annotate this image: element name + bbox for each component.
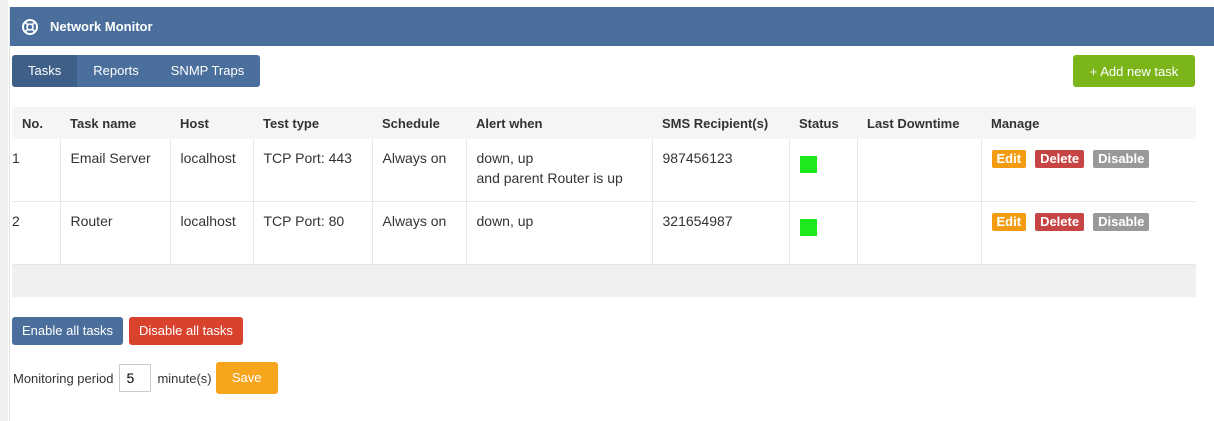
- cell-manage: Edit Delete Disable: [981, 201, 1196, 265]
- cell-no: 1: [12, 139, 61, 202]
- cell-manage: Edit Delete Disable: [981, 139, 1196, 202]
- cell-schedule: Always on: [372, 201, 467, 265]
- delete-button[interactable]: Delete: [1035, 150, 1085, 168]
- cell-test-type: TCP Port: 443: [253, 139, 373, 202]
- cell-no: 2: [12, 201, 61, 265]
- cell-sms: 321654987: [652, 201, 790, 265]
- empty-footer-cell: [12, 264, 1196, 297]
- column-header: Schedule: [372, 107, 466, 139]
- delete-button[interactable]: Delete: [1035, 213, 1085, 231]
- cell-sms: 987456123: [652, 139, 790, 202]
- disable-button[interactable]: Disable: [1093, 150, 1150, 168]
- cell-alert-when: down, up and parent Router is up: [466, 139, 653, 202]
- cell-task-name: Router: [60, 201, 171, 265]
- left-gutter: [0, 0, 8, 421]
- table-row: 2 Router localhost TCP Port: 80 Always o…: [12, 201, 1196, 265]
- cell-last-downtime: [857, 201, 982, 265]
- monitoring-period-form: Monitoring period minute(s) Save: [13, 362, 278, 394]
- cell-last-downtime: [857, 139, 982, 202]
- enable-all-tasks-button[interactable]: Enable all tasks: [12, 317, 124, 345]
- panel-header: Network Monitor: [10, 7, 1214, 46]
- status-indicator: [799, 219, 817, 236]
- cell-test-type: TCP Port: 80: [253, 201, 373, 265]
- disable-button[interactable]: Disable: [1093, 213, 1150, 231]
- cell-host: localhost: [170, 139, 254, 202]
- tab-bar: Tasks Reports SNMP Traps: [12, 55, 261, 87]
- alert-line: and parent Router is up: [476, 170, 623, 186]
- period-unit-label: minute(s): [157, 370, 212, 386]
- alert-line: down, up: [476, 213, 534, 229]
- column-header: Task name: [60, 107, 170, 139]
- column-header: Manage: [981, 107, 1196, 139]
- cell-schedule: Always on: [372, 139, 467, 202]
- cell-status: [789, 139, 858, 202]
- cell-host: localhost: [170, 201, 254, 265]
- monitoring-period-label: Monitoring period: [13, 370, 114, 386]
- tab-reports[interactable]: Reports: [77, 55, 155, 87]
- edit-button[interactable]: Edit: [991, 150, 1027, 168]
- column-header: Host: [170, 107, 253, 139]
- column-header: SMS Recipient(s): [652, 107, 789, 139]
- column-header: Test type: [253, 107, 372, 139]
- column-header: Last Downtime: [857, 107, 981, 139]
- tab-tasks[interactable]: Tasks: [12, 55, 78, 87]
- monitoring-period-input[interactable]: [119, 364, 152, 392]
- tasks-table: No. Task name Host Test type Schedule Al…: [12, 107, 1196, 297]
- cell-task-name: Email Server: [60, 139, 171, 202]
- status-indicator: [799, 156, 817, 173]
- column-header: No.: [12, 107, 60, 139]
- table-header-row: No. Task name Host Test type Schedule Al…: [12, 107, 1196, 139]
- column-header: Alert when: [466, 107, 652, 139]
- save-button[interactable]: Save: [215, 362, 278, 394]
- page-title: Network Monitor: [50, 19, 153, 34]
- cell-alert-when: down, up: [466, 201, 653, 265]
- table-row: 1 Email Server localhost TCP Port: 443 A…: [12, 139, 1196, 202]
- table-footer-row: [12, 264, 1196, 297]
- lifebuoy-icon: [22, 18, 38, 35]
- cell-status: [789, 201, 858, 265]
- tab-snmp-traps[interactable]: SNMP Traps: [154, 55, 261, 87]
- add-new-task-button[interactable]: + Add new task: [1073, 55, 1195, 87]
- column-header: Status: [789, 107, 857, 139]
- alert-line: down, up: [476, 150, 534, 166]
- edit-button[interactable]: Edit: [991, 213, 1027, 231]
- disable-all-tasks-button[interactable]: Disable all tasks: [129, 317, 243, 345]
